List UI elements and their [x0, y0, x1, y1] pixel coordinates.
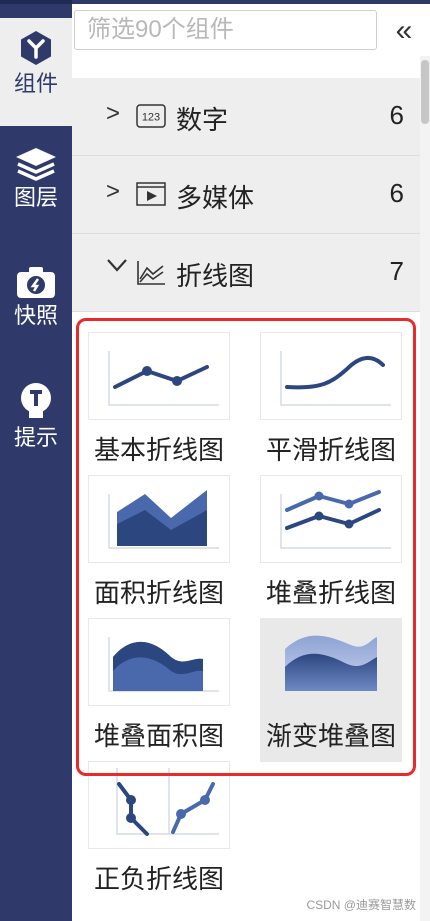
component-area-line[interactable]: 面积折线图 — [88, 475, 230, 619]
line-chart-icon — [136, 260, 166, 291]
media-play-icon — [136, 182, 166, 211]
hint-bulb-icon — [0, 382, 72, 422]
basic-line-thumbnail — [88, 332, 230, 420]
nav-label-snapshot: 快照 — [13, 303, 58, 328]
component-search-input[interactable] — [74, 10, 377, 50]
stacked-line-thumbnail — [260, 475, 402, 563]
watermark: CSDN @迪赛智慧数 — [306, 898, 416, 912]
collapse-panel-button[interactable]: « — [390, 14, 418, 48]
category-multimedia[interactable]: > 多媒体 6 — [72, 156, 420, 234]
panel-top-strip — [72, 0, 430, 4]
nav-item-layers[interactable]: 图层 — [0, 146, 72, 236]
component-icon — [0, 18, 72, 68]
panel-scrollbar[interactable] — [420, 56, 430, 921]
stacked-area-thumbnail — [88, 618, 230, 706]
nav-label-hints: 提示 — [13, 425, 58, 450]
component-label: 堆叠折线图 — [265, 578, 396, 608]
nav-item-hints[interactable]: 提示 — [0, 382, 72, 472]
left-nav-rail: 组件 图层 快照 提示 — [0, 0, 72, 921]
component-label: 正负折线图 — [93, 864, 224, 894]
nav-item-snapshot[interactable]: 快照 — [0, 266, 72, 356]
component-stacked-line[interactable]: 堆叠折线图 — [260, 475, 402, 619]
svg-text:123: 123 — [142, 112, 160, 124]
scrollbar-thumb[interactable] — [421, 60, 429, 124]
chevron-right-icon: > — [106, 178, 121, 205]
nav-item-components[interactable]: 组件 — [0, 18, 72, 126]
category-count: 7 — [389, 256, 404, 286]
gradient-stacked-thumbnail — [260, 618, 402, 706]
nav-label-layers: 图层 — [13, 185, 58, 210]
smooth-line-thumbnail — [260, 332, 402, 420]
component-smooth-line[interactable]: 平滑折线图 — [260, 332, 402, 476]
number-123-icon: 123 — [136, 104, 166, 133]
chevron-down-icon — [106, 254, 128, 282]
component-stacked-area[interactable]: 堆叠面积图 — [88, 618, 230, 762]
rail-top-strip — [0, 0, 72, 4]
component-label: 基本折线图 — [93, 435, 224, 465]
camera-icon — [0, 266, 72, 300]
chevron-right-icon: > — [106, 100, 121, 127]
pos-neg-line-thumbnail — [88, 761, 230, 849]
component-gradient-stacked[interactable]: 渐变堆叠图 — [260, 618, 402, 762]
component-label: 渐变堆叠图 — [265, 721, 396, 751]
component-basic-line[interactable]: 基本折线图 — [88, 332, 230, 476]
category-name: 折线图 — [176, 261, 255, 291]
category-count: 6 — [389, 100, 404, 130]
category-line-charts[interactable]: 折线图 7 — [72, 234, 420, 312]
component-label: 堆叠面积图 — [93, 721, 224, 751]
component-grid: 基本折线图 平滑折线图 面积折线图 堆叠折线图 堆叠面积图 渐变堆叠图 正负折线… — [72, 312, 420, 921]
layers-icon — [0, 146, 72, 182]
area-line-thumbnail — [88, 475, 230, 563]
category-count: 6 — [389, 178, 404, 208]
component-panel: « > 123 数字 6 > — [72, 0, 430, 921]
component-label: 面积折线图 — [93, 578, 224, 608]
category-name: 多媒体 — [176, 183, 255, 213]
component-label: 平滑折线图 — [265, 435, 396, 465]
category-name: 数字 — [176, 105, 229, 135]
category-numbers[interactable]: > 123 数字 6 — [72, 78, 420, 156]
component-pos-neg-line[interactable]: 正负折线图 — [88, 761, 230, 905]
nav-label-components: 组件 — [13, 71, 58, 96]
